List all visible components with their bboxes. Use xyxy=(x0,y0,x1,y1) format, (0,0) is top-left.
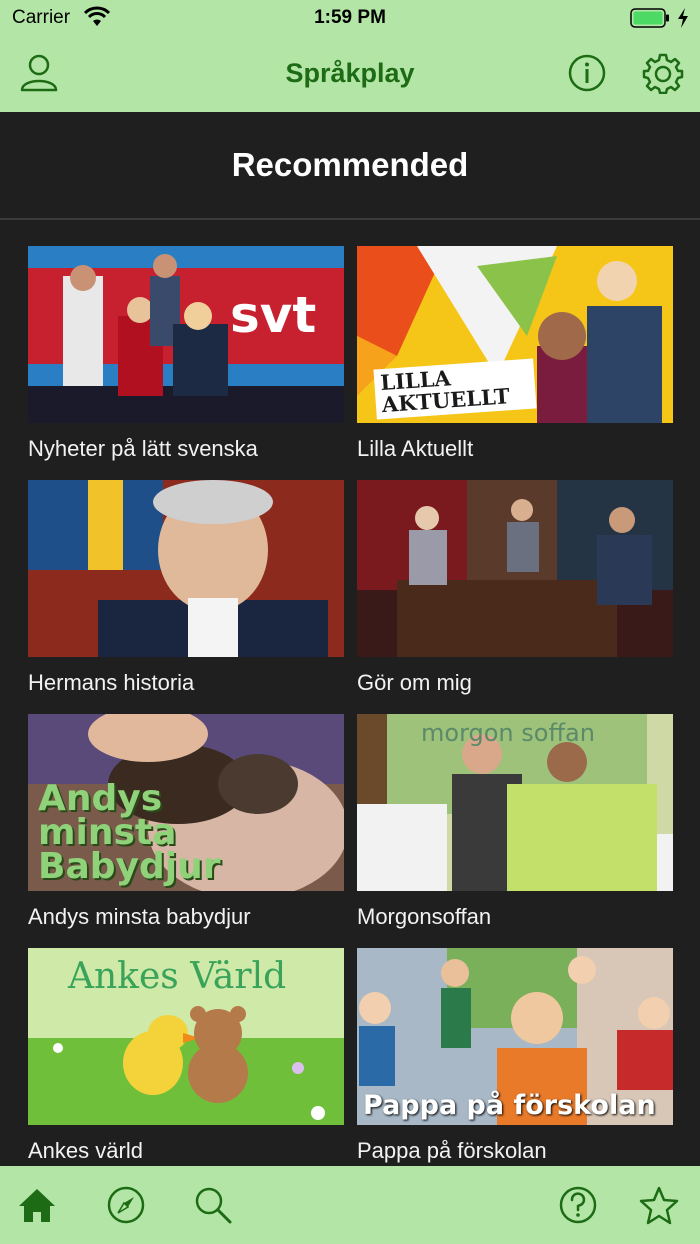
program-thumbnail[interactable] xyxy=(357,480,673,657)
star-icon[interactable] xyxy=(638,1184,680,1226)
status-time: 1:59 PM xyxy=(314,7,386,28)
help-icon[interactable] xyxy=(557,1184,599,1226)
program-card-gor-om-mig[interactable]: Gör om mig xyxy=(357,480,673,704)
andys-logo-text: Andys minsta Babydjur xyxy=(38,778,221,887)
svt-logo-text: svt xyxy=(230,286,317,344)
program-card-hermans-historia[interactable]: Hermans historia xyxy=(28,480,344,704)
program-card-pappa-pa-forskolan[interactable]: Pappa på förskolan Pappa på förskolan xyxy=(357,948,673,1166)
program-card-ankes-varld[interactable]: Ankes Värld Ankes värld xyxy=(28,948,344,1166)
program-thumbnail[interactable]: morgon soffan xyxy=(357,714,673,891)
gear-icon[interactable] xyxy=(642,52,684,95)
section-heading: Recommended xyxy=(231,146,469,183)
program-title: Nyheter på lätt svenska xyxy=(28,436,258,461)
battery-icon xyxy=(630,8,670,28)
navigation-bar: Språkplay xyxy=(0,36,700,112)
info-icon[interactable] xyxy=(566,52,608,94)
program-card-nyheter[interactable]: svt Nyheter på lätt svenska xyxy=(28,246,344,470)
program-thumbnail[interactable]: LILLA AKTUELLT xyxy=(357,246,673,423)
program-thumbnail[interactable]: Ankes Värld xyxy=(28,948,344,1125)
search-icon[interactable] xyxy=(192,1184,234,1226)
program-card-morgonsoffan[interactable]: morgon soffan Morgonsoffan xyxy=(357,714,673,938)
program-title: Gör om mig xyxy=(357,670,472,695)
program-thumbnail[interactable] xyxy=(28,480,344,657)
program-card-andys-minsta-babydjur[interactable]: Andys minsta Babydjur Andys minsta babyd… xyxy=(28,714,344,938)
program-title: Morgonsoffan xyxy=(357,904,492,929)
program-title: Ankes värld xyxy=(28,1138,143,1163)
ankes-logo-text: Ankes Värld xyxy=(68,956,287,997)
program-thumbnail[interactable]: Andys minsta Babydjur xyxy=(28,714,344,891)
program-card-lilla-aktuellt[interactable]: LILLA AKTUELLT Lilla Aktuellt xyxy=(357,246,673,470)
program-title: Hermans historia xyxy=(28,670,195,695)
morgonsoffan-logo-text: morgon soffan xyxy=(421,719,595,747)
program-title: Andys minsta babydjur xyxy=(28,904,251,929)
program-thumbnail[interactable]: svt xyxy=(28,246,344,423)
program-thumbnail[interactable]: Pappa på förskolan xyxy=(357,948,673,1125)
compass-icon[interactable] xyxy=(105,1184,147,1226)
program-title: Pappa på förskolan xyxy=(357,1138,547,1163)
home-icon[interactable] xyxy=(16,1184,58,1226)
pappa-logo-text: Pappa på förskolan xyxy=(363,1090,656,1121)
charging-icon xyxy=(676,7,690,29)
program-title: Lilla Aktuellt xyxy=(357,436,474,461)
program-grid[interactable]: svt Nyheter på lätt svenska LILLA AKTUEL… xyxy=(0,222,700,1166)
tab-bar xyxy=(0,1166,700,1244)
section-header: Recommended xyxy=(0,112,700,220)
status-bar: Carrier 1:59 PM xyxy=(0,0,700,36)
